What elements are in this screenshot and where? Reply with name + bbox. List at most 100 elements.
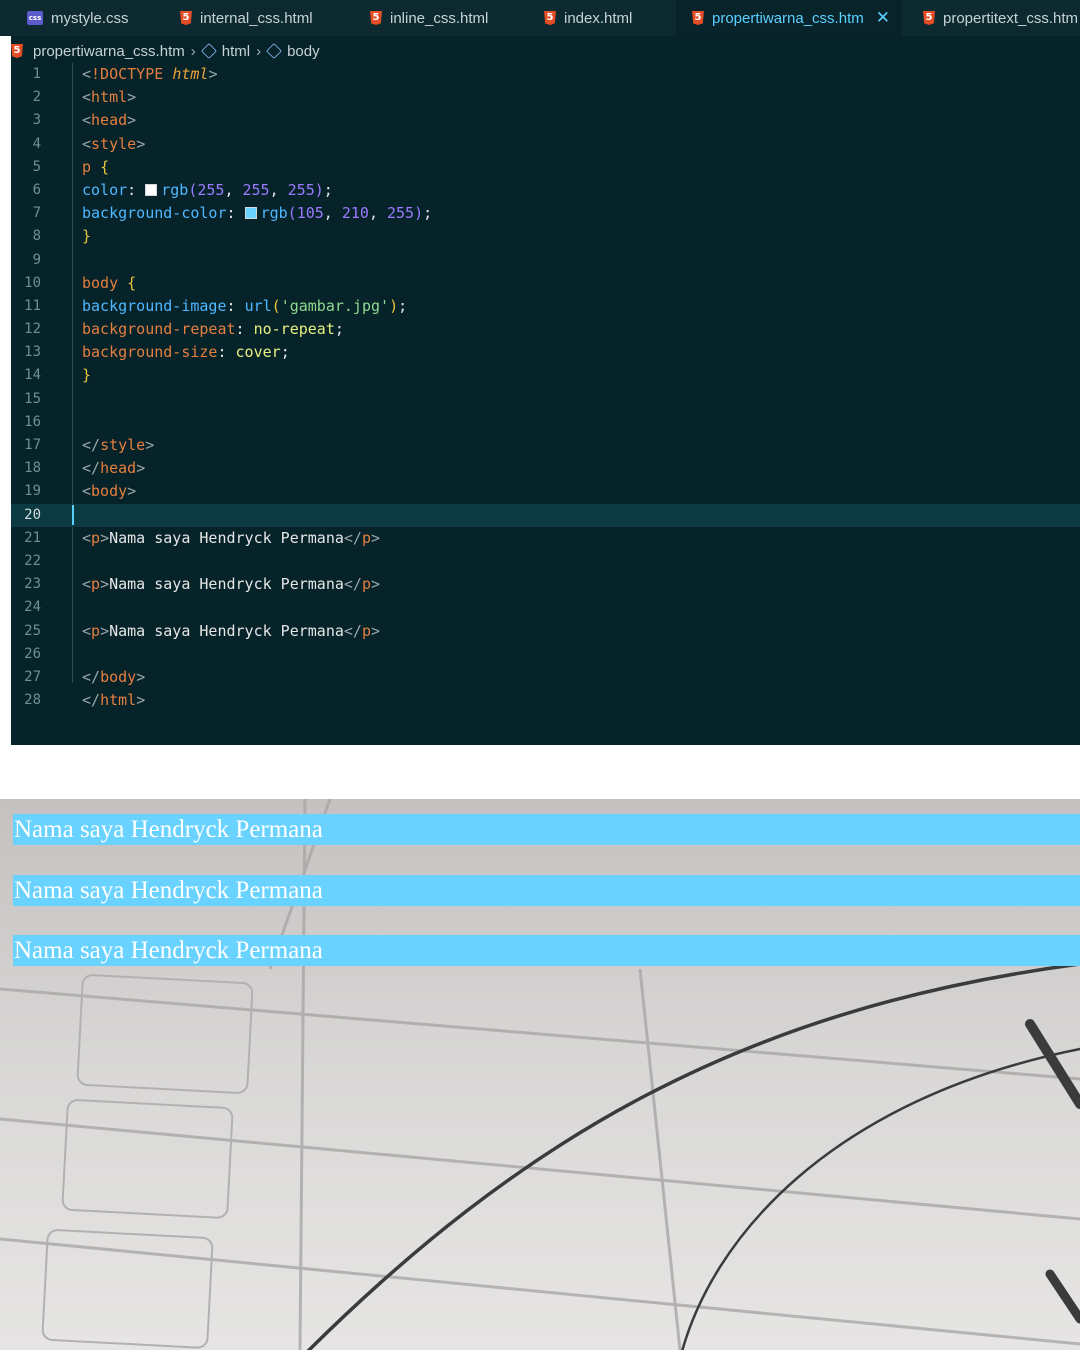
code-text[interactable]: <head> [82,109,136,132]
code-line[interactable]: 21 <p>Nama saya Hendryck Permana</p> [11,527,1080,550]
color-swatch-icon[interactable] [244,207,257,220]
code-line[interactable]: 18 </head> [11,457,1080,480]
breadcrumb-file[interactable]: propertiwarna_css.htm [33,43,185,60]
tab-internal-css-html[interactable]: 5 internal_css.html [180,0,313,36]
line-number: 15 [24,390,41,407]
code-line[interactable]: 19 <body> [11,480,1080,503]
html5-file-icon: 5 [692,11,704,25]
code-text[interactable]: <style> [82,133,145,156]
text-cursor [72,504,74,525]
code-area[interactable]: 5 propertiwarna_css.htm › html › body 1 <… [11,36,1080,745]
code-line[interactable]: 11 background-image: url('gambar.jpg'); [11,295,1080,318]
line-number: 21 [24,529,41,546]
code-line[interactable]: 23 <p>Nama saya Hendryck Permana</p> [11,573,1080,596]
chevron-right-icon: › [256,42,262,60]
code-text[interactable]: </html> [82,689,145,712]
code-text[interactable]: } [82,364,91,387]
html5-file-icon: 5 [544,11,556,25]
tab-inline-css-html[interactable]: 5 inline_css.html [370,0,488,36]
code-line[interactable]: 10 body { [11,272,1080,295]
tab-label: index.html [564,9,633,27]
code-line[interactable]: 4 <style> [11,133,1080,156]
code-text[interactable]: background-repeat: no-repeat; [82,318,344,341]
code-line[interactable]: 1 <!DOCTYPE html> [11,63,1080,86]
code-text[interactable]: p { [82,156,109,179]
tab-propertitext-css-htm[interactable]: 5 propertitext_css.htm [923,0,1078,36]
line-number: 2 [32,89,41,106]
code-line[interactable]: 8} [11,225,1080,248]
code-line[interactable]: 25 <p>Nama saya Hendryck Permana</p> [11,620,1080,643]
code-text[interactable]: <body> [82,480,136,503]
code-text[interactable]: </style> [82,434,154,457]
code-text[interactable]: color: rgb(255, 255, 255); [82,179,333,202]
color-swatch-icon[interactable] [145,183,158,196]
tab-label: propertitext_css.htm [943,9,1079,27]
code-line[interactable]: 22 [11,550,1080,573]
tab-label: mystyle.css [51,9,129,27]
breadcrumb-item-html[interactable]: html [222,43,250,60]
code-text[interactable]: <p>Nama saya Hendryck Permana</p> [82,527,380,550]
close-tab-icon[interactable]: ✕ [876,8,890,28]
code-line[interactable]: 17 </style> [11,434,1080,457]
line-number: 11 [24,297,41,314]
editor-tab-bar: css mystyle.css 5 internal_css.html 5 in… [0,0,1080,36]
line-number: 8 [32,228,41,245]
browser-preview: Nama saya Hendryck Permana Nama saya Hen… [0,799,1080,1350]
code-line[interactable]: 2 <html> [11,86,1080,109]
line-number: 24 [24,599,41,616]
code-line[interactable]: 20 [11,503,1080,527]
code-text[interactable]: <!DOCTYPE html> [82,63,217,86]
html5-file-icon: 5 [923,11,935,25]
code-lines[interactable]: 1 <!DOCTYPE html> 2 <html> 3 <head> 4 <style> 5 p… [11,63,1080,712]
code-line[interactable]: 5 p { [11,156,1080,179]
tab-propertiwarna-css-htm[interactable]: 5 propertiwarna_css.htm ✕ [676,0,902,36]
line-number: 3 [32,112,41,129]
line-number: 14 [24,367,41,384]
line-number: 7 [32,205,41,222]
code-text[interactable]: <p>Nama saya Hendryck Permana</p> [82,620,380,643]
element-cube-icon [266,43,282,59]
line-number: 25 [24,622,41,639]
preview-paragraph: Nama saya Hendryck Permana [13,935,1080,966]
code-line[interactable]: 6 color: rgb(255, 255, 255); [11,179,1080,202]
css-file-icon: css [27,11,43,25]
code-line[interactable]: 9 [11,249,1080,272]
line-number: 4 [32,135,41,152]
code-text[interactable]: <p>Nama saya Hendryck Permana</p> [82,573,380,596]
code-line[interactable]: 28 </html> [11,689,1080,712]
breadcrumb: 5 propertiwarna_css.htm › html › body [11,40,320,62]
tab-label: propertiwarna_css.htm [712,9,864,27]
code-line[interactable]: 3 <head> [11,109,1080,132]
code-line[interactable]: 13 background-size: cover; [11,341,1080,364]
code-text[interactable]: </body> [82,666,145,689]
line-number: 9 [32,251,41,268]
line-number: 22 [24,552,41,569]
html5-file-icon: 5 [370,11,382,25]
breadcrumb-item-body[interactable]: body [287,43,320,60]
code-line[interactable]: 24 [11,596,1080,619]
code-line[interactable]: 26 [11,643,1080,666]
code-line[interactable]: 27 </body> [11,666,1080,689]
line-number: 18 [24,460,41,477]
code-text[interactable]: body { [82,272,136,295]
code-text[interactable]: background-image: url('gambar.jpg'); [82,295,407,318]
code-line[interactable]: 14} [11,364,1080,387]
line-number: 16 [24,413,41,430]
code-line[interactable]: 7 background-color: rgb(105, 210, 255); [11,202,1080,225]
line-number: 1 [32,66,41,82]
code-text[interactable]: background-color: rgb(105, 210, 255); [82,202,432,225]
code-text[interactable]: <html> [82,86,136,109]
tab-index-html[interactable]: 5 index.html [544,0,632,36]
code-line[interactable]: 15 [11,388,1080,411]
code-text[interactable]: </head> [82,457,145,480]
line-number: 17 [24,437,41,453]
code-line[interactable]: 16 [11,411,1080,434]
code-line[interactable]: 12 background-repeat: no-repeat; [11,318,1080,341]
html5-file-icon: 5 [11,44,23,58]
line-number: 5 [32,158,41,175]
tab-mystyle-css[interactable]: css mystyle.css [27,0,129,36]
code-text[interactable]: } [82,225,91,248]
tab-label: internal_css.html [200,9,313,27]
preview-paragraph: Nama saya Hendryck Permana [13,814,1080,845]
code-text[interactable]: background-size: cover; [82,341,290,364]
